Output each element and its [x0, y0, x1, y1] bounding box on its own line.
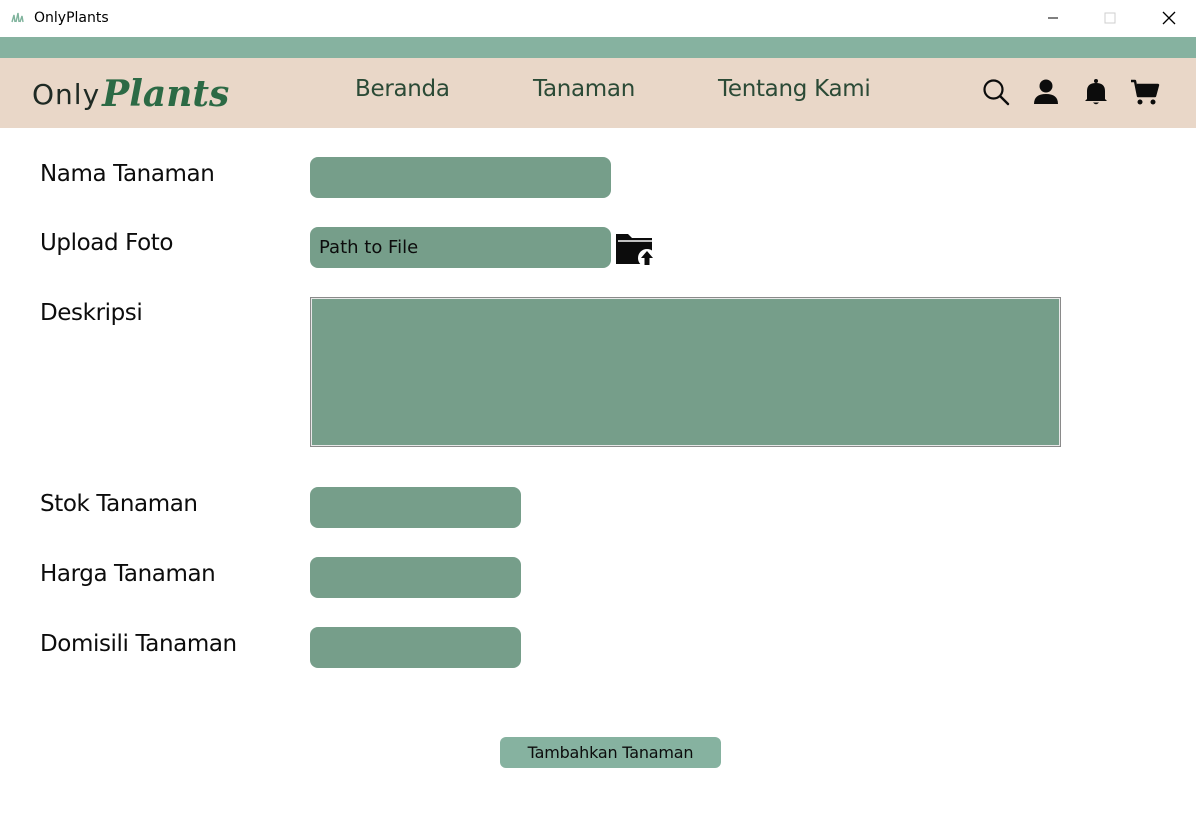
deskripsi-label: Deskripsi: [40, 300, 143, 326]
folder-upload-icon[interactable]: [613, 228, 657, 268]
tambahkan-tanaman-button[interactable]: Tambahkan Tanaman: [500, 737, 721, 768]
maximize-icon[interactable]: [1087, 0, 1133, 36]
bell-icon[interactable]: [1081, 77, 1111, 107]
harga-tanaman-input[interactable]: [310, 557, 521, 598]
plant-app-icon: [11, 12, 24, 23]
nama-tanaman-label: Nama Tanaman: [40, 161, 215, 187]
logo-plants-text: Plants: [102, 73, 230, 115]
minimize-icon[interactable]: [1030, 0, 1076, 36]
top-accent-strip: [0, 37, 1196, 58]
stok-tanaman-label: Stok Tanaman: [40, 491, 198, 517]
user-icon[interactable]: [1031, 77, 1061, 107]
logo-only-text: Only: [32, 78, 101, 111]
onlyplants-logo[interactable]: Only Plants: [32, 68, 229, 114]
cart-icon[interactable]: [1130, 77, 1160, 107]
deskripsi-textarea[interactable]: [310, 297, 1061, 447]
nav-tanaman[interactable]: Tanaman: [533, 76, 635, 102]
upload-foto-label: Upload Foto: [40, 230, 174, 256]
window-titlebar: OnlyPlants: [0, 0, 1196, 37]
stok-tanaman-input[interactable]: [310, 487, 521, 528]
search-icon[interactable]: [981, 77, 1011, 107]
upload-foto-path-input[interactable]: [310, 227, 611, 268]
window-title: OnlyPlants: [34, 10, 109, 26]
domisili-tanaman-label: Domisili Tanaman: [40, 631, 237, 657]
nama-tanaman-input[interactable]: [310, 157, 611, 198]
nav-tentang-kami[interactable]: Tentang Kami: [718, 76, 871, 102]
harga-tanaman-label: Harga Tanaman: [40, 561, 216, 587]
close-icon[interactable]: [1146, 0, 1192, 36]
domisili-tanaman-input[interactable]: [310, 627, 521, 668]
nav-beranda[interactable]: Beranda: [355, 76, 450, 102]
